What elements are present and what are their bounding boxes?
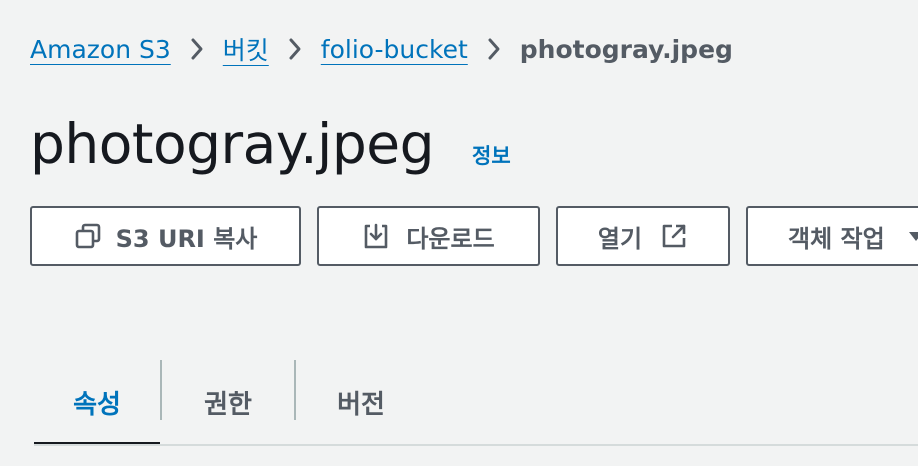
external-link-icon: [660, 222, 688, 250]
tabs-divider-line: [34, 444, 918, 446]
page-header: photogray.jpeg 정보: [30, 112, 511, 184]
info-link[interactable]: 정보: [472, 140, 511, 170]
copy-icon: [74, 222, 102, 250]
chevron-right-icon: [468, 28, 520, 70]
copy-s3-uri-label: S3 URI 복사: [115, 224, 258, 253]
open-label: 열기: [597, 224, 643, 253]
page-title: photogray.jpeg: [30, 112, 435, 176]
chevron-right-icon: [269, 28, 321, 70]
copy-s3-uri-button[interactable]: S3 URI 복사: [30, 206, 301, 266]
download-button[interactable]: 다운로드: [317, 206, 540, 266]
breadcrumb-link-bucket[interactable]: folio-bucket: [321, 35, 468, 64]
tab-versions[interactable]: 버전: [296, 358, 426, 446]
object-actions-button[interactable]: 객체 작업: [746, 206, 918, 266]
tab-permissions[interactable]: 권한: [162, 358, 294, 446]
download-icon: [362, 222, 390, 250]
tab-properties[interactable]: 속성: [34, 358, 160, 446]
object-actions-label: 객체 작업: [788, 224, 885, 253]
chevron-right-icon: [171, 28, 223, 70]
open-button[interactable]: 열기: [556, 206, 730, 266]
caret-down-icon: [907, 227, 918, 245]
breadcrumb-link-buckets[interactable]: 버킷: [223, 31, 269, 67]
breadcrumb-link-amazon-s3[interactable]: Amazon S3: [30, 35, 171, 64]
breadcrumb: Amazon S3 버킷 folio-bucket photogray.jpeg: [30, 28, 733, 70]
tab-list: 속성 권한 버전: [34, 358, 918, 446]
download-label: 다운로드: [406, 224, 495, 253]
breadcrumb-current: photogray.jpeg: [519, 34, 733, 64]
